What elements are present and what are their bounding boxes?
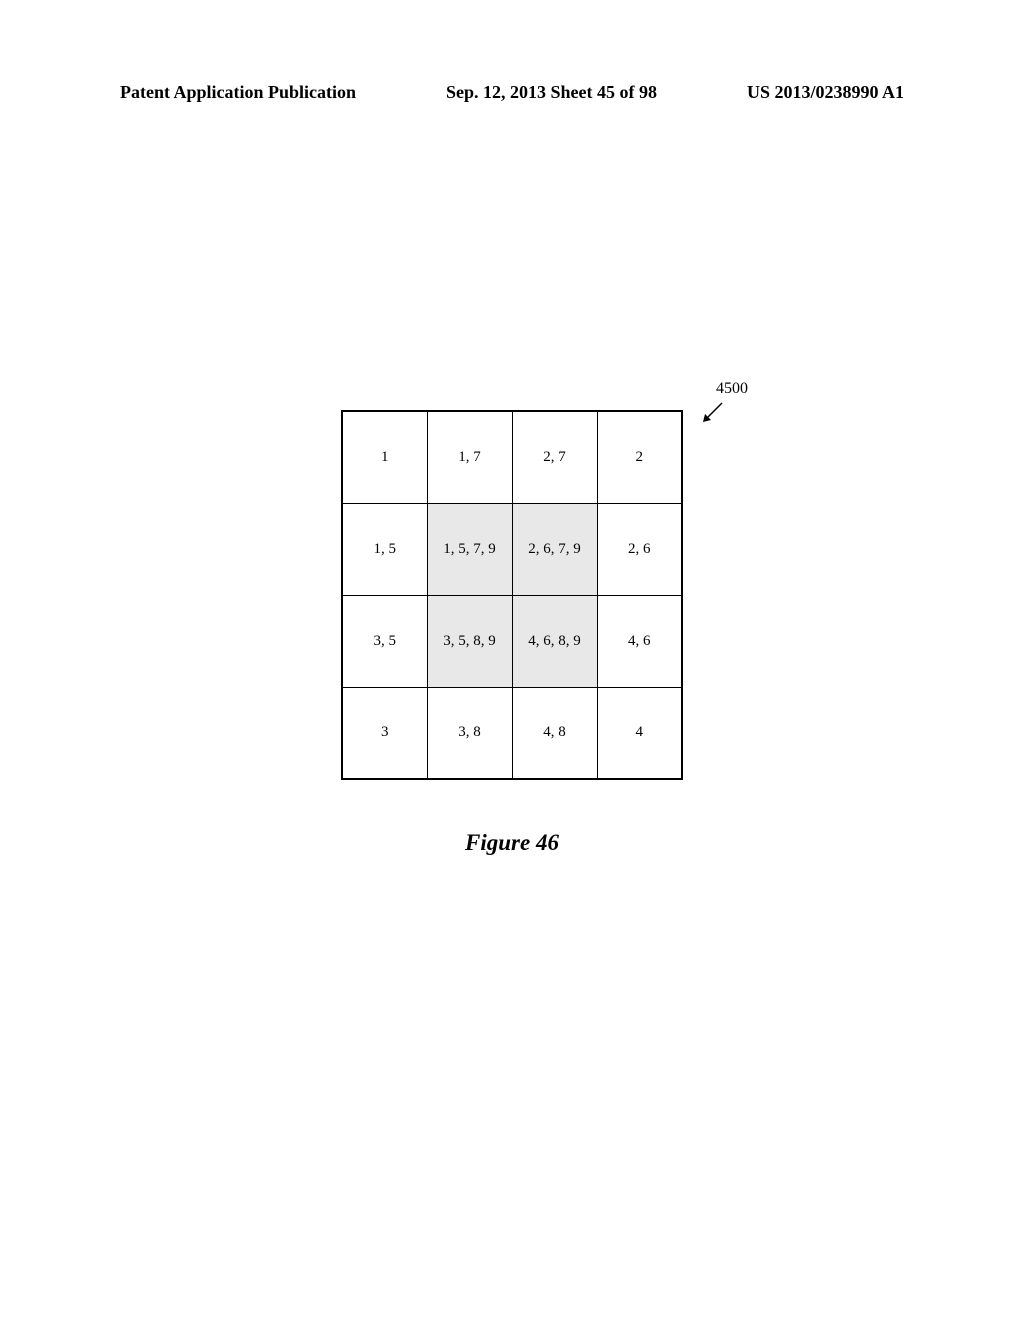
grid-cell: 3, 8	[427, 687, 512, 779]
grid-cell: 4, 6, 8, 9	[512, 595, 597, 687]
publication-number: US 2013/0238990 A1	[747, 82, 904, 103]
publication-type: Patent Application Publication	[120, 82, 356, 103]
table-row: 1 1, 7 2, 7 2	[342, 411, 682, 503]
grid-cell: 1, 5, 7, 9	[427, 503, 512, 595]
grid-cell: 3, 5, 8, 9	[427, 595, 512, 687]
date-sheet: Sep. 12, 2013 Sheet 45 of 98	[446, 82, 657, 103]
grid-cell: 2, 6	[597, 503, 682, 595]
grid-cell: 1, 5	[342, 503, 427, 595]
table-row: 3 3, 8 4, 8 4	[342, 687, 682, 779]
table-row: 1, 5 1, 5, 7, 9 2, 6, 7, 9 2, 6	[342, 503, 682, 595]
grid-cell: 1	[342, 411, 427, 503]
grid-cell: 4, 6	[597, 595, 682, 687]
grid-cell: 4, 8	[512, 687, 597, 779]
grid-cell: 2, 6, 7, 9	[512, 503, 597, 595]
grid-cell: 2	[597, 411, 682, 503]
table-row: 3, 5 3, 5, 8, 9 4, 6, 8, 9 4, 6	[342, 595, 682, 687]
data-grid: 1 1, 7 2, 7 2 1, 5 1, 5, 7, 9 2, 6, 7, 9…	[341, 410, 683, 780]
grid-cell: 4	[597, 687, 682, 779]
grid-cell: 2, 7	[512, 411, 597, 503]
figure-caption: Figure 46	[465, 830, 559, 856]
reference-arrow-icon	[700, 400, 725, 425]
page-header: Patent Application Publication Sep. 12, …	[0, 82, 1024, 103]
reference-number: 4500	[716, 380, 748, 398]
grid-cell: 3	[342, 687, 427, 779]
grid-cell: 1, 7	[427, 411, 512, 503]
figure-container: 4500 1 1, 7 2, 7 2 1, 5 1, 5, 7, 9 2, 6,…	[341, 410, 683, 780]
grid-cell: 3, 5	[342, 595, 427, 687]
